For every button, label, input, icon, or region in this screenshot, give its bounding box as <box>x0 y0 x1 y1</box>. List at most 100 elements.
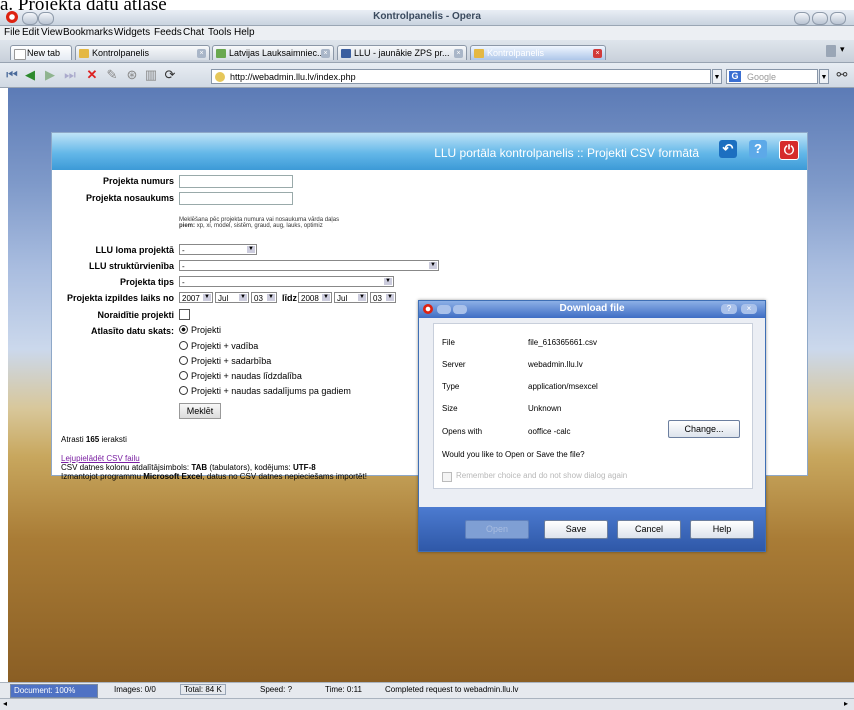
total-status: Total: 84 K <box>180 684 226 695</box>
rewind-icon[interactable]: ⏮ <box>4 67 20 83</box>
address-text: http://webadmin.llu.lv/index.php <box>230 72 356 82</box>
save-button[interactable]: Save <box>544 520 608 539</box>
projekta-nosaukums-input[interactable] <box>179 192 293 205</box>
maximize-button[interactable] <box>812 12 828 25</box>
trash-icon[interactable] <box>826 45 836 57</box>
dialog-titlebar[interactable]: Download file ? × <box>419 301 765 318</box>
horizontal-scrollbar[interactable]: ◂ ▸ <box>0 698 854 710</box>
dialog-close-icon[interactable]: × <box>741 304 757 314</box>
tab-kontrolpanelis-active[interactable]: Kontrolpanelis × <box>470 45 606 60</box>
reload-icon[interactable]: ⟳ <box>162 67 178 83</box>
day-from-select[interactable]: 03 ▼ <box>251 292 277 303</box>
google-icon: G <box>729 71 741 82</box>
document-progress-label: Document: 100% <box>14 686 75 695</box>
history-icon[interactable]: ⊛ <box>124 67 140 83</box>
menu-bar: File Edit View Bookmarks Widgets Feeds C… <box>0 26 854 40</box>
open-button[interactable]: Open <box>465 520 529 539</box>
menu-chat[interactable]: Chat <box>183 27 204 38</box>
tab-close-icon[interactable]: × <box>321 49 330 58</box>
tab-close-icon[interactable]: × <box>454 49 463 58</box>
tab-close-icon[interactable]: × <box>197 49 206 58</box>
radio-projekti-vadiba[interactable]: Projekti + vadība <box>179 341 258 351</box>
download-csv-link[interactable]: Lejupielādēt CSV failu <box>61 454 140 463</box>
search-dropdown-icon[interactable]: ▼ <box>819 69 829 84</box>
llu-loma-select[interactable]: - ▼ <box>179 244 257 255</box>
dialog-help-icon[interactable]: ? <box>721 304 737 314</box>
csv-info-text: CSV datnes kolonu atdalītājsimbols: <box>61 463 190 472</box>
scroll-left-icon[interactable]: ◂ <box>3 699 7 708</box>
month-to-select[interactable]: Jul ▼ <box>334 292 368 303</box>
menu-file[interactable]: File <box>4 27 20 38</box>
tab-new[interactable]: New tab <box>10 45 72 60</box>
tab-label: Kontrolpanelis <box>487 48 545 58</box>
page-info-icon <box>215 72 225 82</box>
menu-bookmarks[interactable]: Bookmarks <box>63 27 113 38</box>
radio-projekti[interactable]: Projekti <box>179 325 221 335</box>
select-value: 2008 <box>301 294 319 303</box>
speed-status: Speed: ? <box>260 685 293 694</box>
projekta-numurs-input[interactable] <box>179 175 293 188</box>
window-titlebar[interactable]: Kontrolpanelis - Opera <box>0 10 854 26</box>
panel-title: LLU portāla kontrolpanelis :: Projekti C… <box>434 146 699 160</box>
tab-label: LLU - jaunākie ZPS pr... <box>354 48 450 58</box>
select-value: Jul <box>218 294 229 303</box>
radio-projekti-naudas-lidzdaliba[interactable]: Projekti + naudas līdzdalība <box>179 371 302 381</box>
chevron-down-icon: ▼ <box>384 278 392 285</box>
radio-projekti-naudas-sadalijums[interactable]: Projekti + naudas sadalījums pa gadiem <box>179 386 351 396</box>
forward-icon[interactable]: ▶ <box>42 67 58 83</box>
fast-forward-icon[interactable]: ⏭ <box>62 67 78 83</box>
trash-icon[interactable]: ▥ <box>143 67 159 83</box>
tab-llu-zps[interactable]: LLU - jaunākie ZPS pr... × <box>337 45 467 60</box>
document-progress: Document: 100% <box>10 684 98 698</box>
change-button[interactable]: Change... <box>668 420 740 438</box>
scroll-right-icon[interactable]: ▸ <box>844 699 848 708</box>
chevron-down-icon: ▼ <box>429 262 437 269</box>
zoom-icon[interactable]: ⚯ <box>834 67 850 83</box>
day-to-select[interactable]: 03 ▼ <box>370 292 396 303</box>
search-hint-bold: piem: <box>179 223 196 229</box>
tab-close-icon[interactable]: × <box>593 49 602 58</box>
type-label: Type <box>442 382 460 391</box>
back-icon[interactable]: ◀ <box>22 67 38 83</box>
page-icon <box>474 49 484 58</box>
radio-icon <box>179 371 188 380</box>
tab-kontrolpanelis-1[interactable]: Kontrolpanelis × <box>75 45 210 60</box>
help-icon[interactable]: ? <box>749 140 767 158</box>
edit-icon[interactable]: ✎ <box>104 67 120 83</box>
size-value: Unknown <box>528 404 562 413</box>
llu-struktura-select[interactable]: - ▼ <box>179 260 439 271</box>
minimize-button[interactable] <box>794 12 810 25</box>
menu-view[interactable]: View <box>41 27 63 38</box>
remember-checkbox[interactable] <box>442 472 452 482</box>
month-from-select[interactable]: Jul ▼ <box>215 292 249 303</box>
file-value: file_616365661.csv <box>528 338 597 347</box>
radio-projekti-sadarbiba[interactable]: Projekti + sadarbība <box>179 356 271 366</box>
year-to-select[interactable]: 2008 ▼ <box>298 292 332 303</box>
back-arrow-icon[interactable]: ↶ <box>719 140 737 158</box>
type-value: application/msexcel <box>528 382 598 391</box>
help-button[interactable]: Help <box>690 520 754 539</box>
chevron-down-icon[interactable]: ▾ <box>840 44 845 55</box>
search-input[interactable]: G Google <box>726 69 818 84</box>
projekta-tips-select[interactable]: - ▼ <box>179 276 394 287</box>
label-llu-loma: LLU loma projektā <box>95 245 174 255</box>
tab-lauksaimniecibas[interactable]: Latvijas Lauksaimniec... × <box>212 45 334 60</box>
stop-icon[interactable]: ✕ <box>84 67 100 83</box>
search-button[interactable]: Meklēt <box>179 403 221 419</box>
menu-widgets[interactable]: Widgets <box>114 27 150 38</box>
close-button[interactable] <box>830 12 846 25</box>
chevron-down-icon: ▼ <box>322 294 330 301</box>
noraiditie-checkbox[interactable] <box>179 309 190 320</box>
menu-edit[interactable]: Edit <box>22 27 39 38</box>
power-icon[interactable]: ⏻ <box>779 140 799 160</box>
menu-feeds[interactable]: Feeds <box>154 27 182 38</box>
cancel-button[interactable]: Cancel <box>617 520 681 539</box>
status-bar: Document: 100% Images: 0/0 Total: 84 K S… <box>0 682 854 698</box>
menu-tools[interactable]: Tools <box>208 27 231 38</box>
address-bar[interactable]: http://webadmin.llu.lv/index.php <box>211 69 711 84</box>
select-value: - <box>182 246 185 255</box>
menu-help[interactable]: Help <box>234 27 255 38</box>
address-dropdown-icon[interactable]: ▼ <box>712 69 722 84</box>
year-from-select[interactable]: 2007 ▼ <box>179 292 213 303</box>
chevron-down-icon: ▼ <box>247 246 255 253</box>
